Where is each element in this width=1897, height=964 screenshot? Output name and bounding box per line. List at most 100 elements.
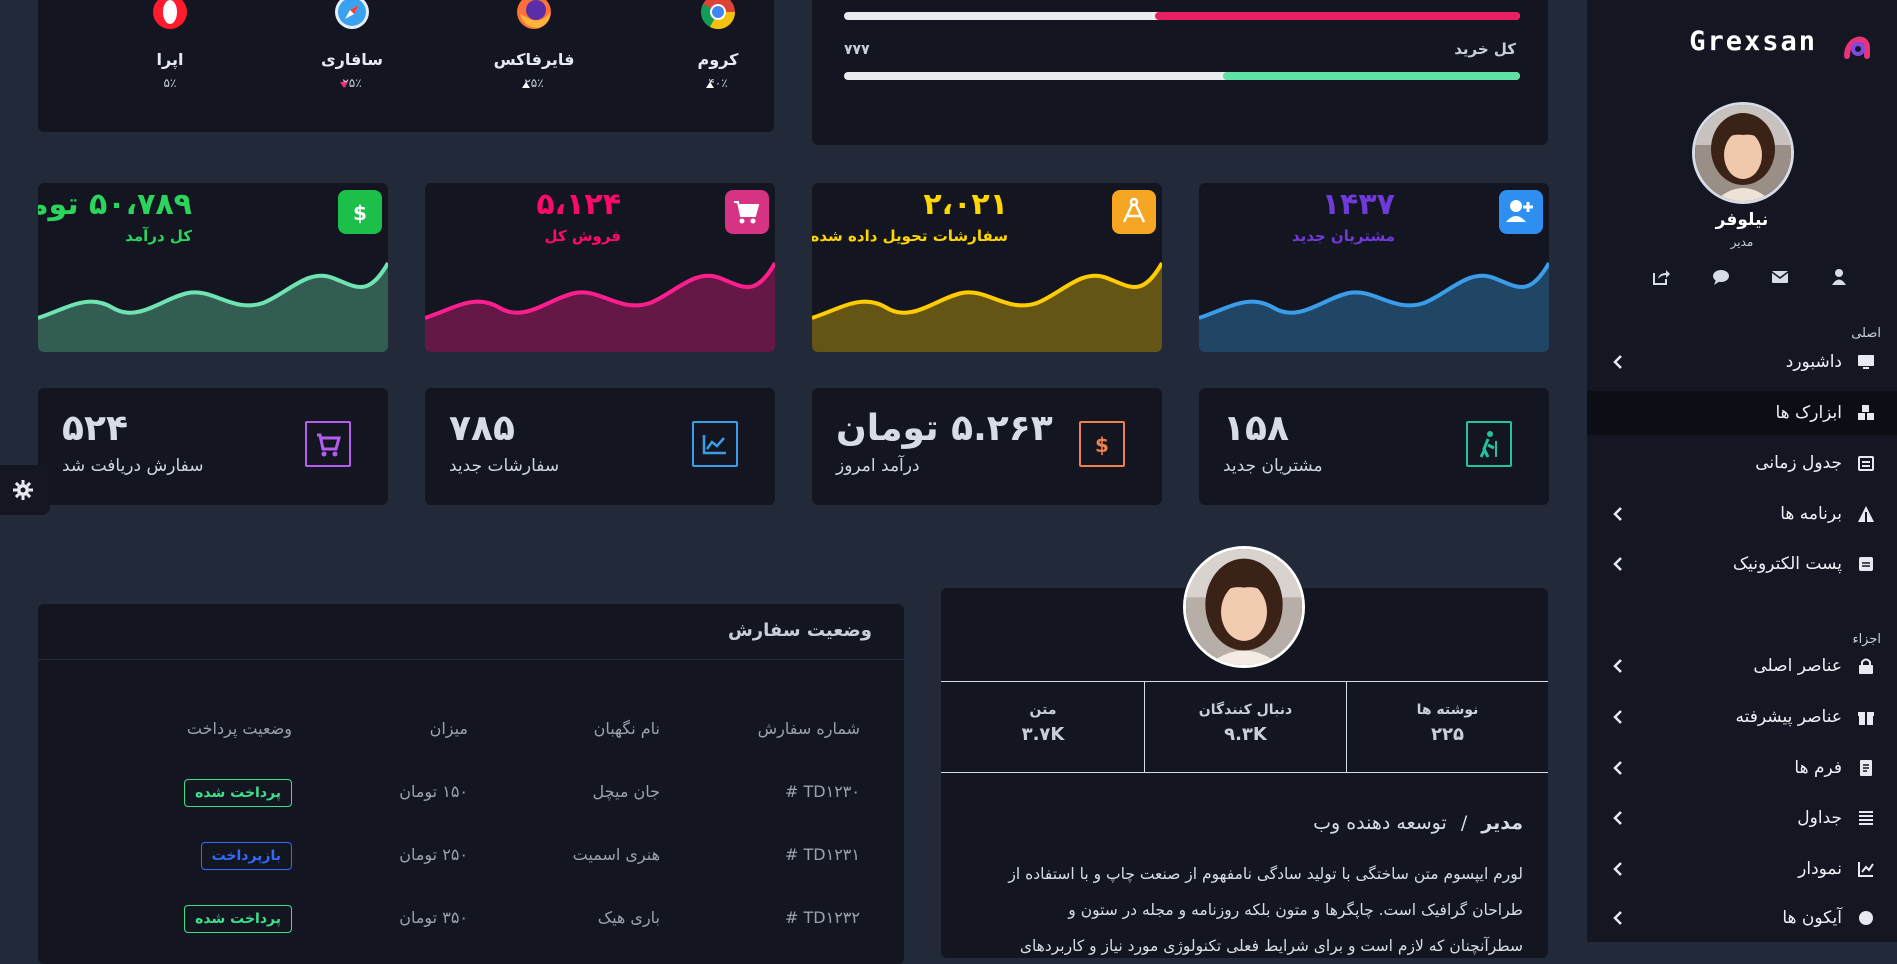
browser-stat-0: کروم ۴۰٪	[648, 0, 774, 120]
profile-avatar[interactable]	[1183, 546, 1305, 668]
chevron-left-icon	[1613, 811, 1622, 825]
sidebar-item-4[interactable]: پست الکترونیک	[1587, 542, 1897, 586]
sidebar-item-5[interactable]: عناصر اصلی	[1587, 644, 1897, 688]
table-header: میزان	[429, 719, 468, 738]
svg-text:$: $	[1095, 433, 1109, 457]
trend-up-icon	[522, 82, 530, 88]
guardian-name: هنری اسمیت	[572, 845, 660, 864]
chevron-left-icon	[1613, 911, 1622, 925]
form-icon	[1860, 760, 1872, 776]
profile-stat-0: نوشته ها ۲۲۵	[1346, 682, 1548, 772]
opera-icon	[153, 0, 187, 29]
mini-stat-value: ۵۲۴	[62, 408, 128, 449]
sidebar-item-8[interactable]: جداول	[1587, 796, 1897, 840]
icons-icon	[1859, 911, 1873, 925]
profile-stats: نوشته ها ۲۲۵ دنبال کنندگان ۹.۳K متن ۳.۷K	[941, 681, 1548, 773]
sidebar-item-label: عناصر پیشرفته	[1735, 707, 1842, 727]
order-status-title: وضعیت سفارش	[727, 620, 872, 641]
wave-stat-card-3: $۵۰،۷۸۹ تومانکل درآمد	[38, 183, 388, 352]
sidebar-item-2[interactable]: جدول زمانی	[1587, 441, 1897, 485]
apps-icon	[1858, 506, 1874, 522]
brand-name[interactable]: Grexsan	[1689, 26, 1817, 57]
chevron-left-icon	[1613, 659, 1622, 673]
browser-stats-card: کروم ۴۰٪ فایرفاکس ۲۵٪ سافاری ۲۵٪ اپرا ۵٪	[38, 0, 774, 132]
guardian-name: جان میچل	[592, 782, 660, 801]
profile-headline: مدیر / توسعه دهنده وب	[1313, 812, 1523, 834]
user-role: مدیر	[1730, 235, 1754, 249]
trend-down-icon	[340, 82, 348, 88]
table-header: شماره سفارش	[757, 719, 860, 738]
chat-icon[interactable]	[1711, 268, 1731, 286]
purchase-progress-bar	[844, 72, 1520, 80]
mini-stat-card-2: ۷۸۵ سفارشات جدید	[425, 388, 775, 505]
mini-stat-icon-box	[1466, 421, 1512, 467]
settings-toggle[interactable]	[0, 465, 50, 515]
mail-icon[interactable]	[1770, 268, 1790, 286]
purchase-progress-fill	[1222, 72, 1520, 80]
share-icon[interactable]	[1651, 268, 1671, 286]
sidebar-item-label: داشبورد	[1785, 352, 1842, 372]
mini-stat-value: ۵.۲۶۳ تومان	[836, 408, 1053, 449]
brand-logo-icon	[1844, 36, 1870, 59]
browser-name: فایرفاکس	[493, 50, 575, 69]
sidebar-item-0[interactable]: داشبورد	[1587, 340, 1897, 384]
purchase-label: کل خرید	[1454, 40, 1516, 58]
browser-stat-2: سافاری ۲۵٪	[282, 0, 422, 120]
hiker-icon	[1479, 431, 1497, 458]
sidebar-item-label: برنامه ها	[1780, 504, 1842, 524]
sidebar-item-1[interactable]: ابزارک ها	[1587, 391, 1897, 435]
mini-stat-card-0: ۱۵۸ مشتریان جدید	[1199, 388, 1549, 505]
browser-share: ۵٪	[163, 76, 177, 90]
profile-title: توسعه دهنده وب	[1313, 812, 1447, 834]
table-row[interactable]: # TD۱۲۳۰ جان میچل ۱۵۰ تومان پرداخت شده	[38, 770, 904, 820]
profile-separator: /	[1460, 812, 1468, 834]
chrome-icon	[701, 0, 735, 29]
sidebar-item-7[interactable]: فرم ها	[1587, 746, 1897, 790]
mini-stat-icon-box	[692, 421, 738, 467]
firefox-icon	[517, 0, 551, 29]
browser-stat-3: اپرا ۵٪	[100, 0, 240, 120]
mini-stat-value: ۱۵۸	[1223, 408, 1289, 449]
table-row[interactable]: # TD۱۲۳۱ هنری اسمیت ۲۵۰ تومان بازپرداخت	[38, 833, 904, 883]
sparkline-area	[38, 263, 388, 352]
mini-stat-label: درآمد امروز	[836, 456, 920, 476]
browser-stat-1: فایرفاکس ۲۵٪	[464, 0, 604, 120]
profile-stat-2: متن ۳.۷K	[942, 682, 1144, 772]
purchase-value: ۷۷۷	[844, 42, 870, 58]
gear-icon	[13, 480, 33, 500]
order-amount: ۱۵۰ تومان	[399, 782, 468, 801]
chevron-left-icon	[1613, 557, 1622, 571]
sidebar-item-3[interactable]: برنامه ها	[1587, 492, 1897, 536]
stat-sparkline	[38, 262, 388, 352]
table-row[interactable]: # TD۱۲۳۲ باری هیک ۳۵۰ تومان پرداخت شده	[38, 896, 904, 946]
chevron-left-icon	[1613, 862, 1622, 876]
section-label-main: اصلی	[1851, 326, 1881, 341]
cart-box-icon	[317, 433, 341, 457]
order-amount: ۳۵۰ تومان	[399, 908, 468, 927]
widgets-icon	[1858, 405, 1874, 420]
browser-name: سافاری	[320, 50, 384, 69]
sidebar-item-10[interactable]: آیکون ها	[1587, 896, 1897, 940]
divider	[38, 659, 904, 660]
profile-stat-label: نوشته ها	[1416, 702, 1479, 718]
profile-stat-1: دنبال کنندگان ۹.۳K	[1144, 682, 1346, 772]
sparkline-area	[425, 263, 775, 352]
sidebar-item-9[interactable]: نمودار	[1587, 847, 1897, 891]
table-header: نام نگهبان	[593, 719, 660, 738]
status-badge: پرداخت شده	[184, 905, 292, 933]
mini-stat-icon-box: $	[1079, 421, 1125, 467]
status-badge: بازپرداخت	[200, 842, 292, 870]
chart-icon	[1858, 862, 1874, 877]
order-amount: ۲۵۰ تومان	[399, 845, 468, 864]
sidebar-item-6[interactable]: عناصر پیشرفته	[1587, 695, 1897, 739]
sidebar-item-label: نمودار	[1798, 859, 1842, 879]
safari-icon	[335, 0, 369, 29]
order-id: # TD۱۲۳۱	[785, 845, 860, 864]
user-icon[interactable]	[1829, 268, 1849, 286]
wave-stat-card-2: ۵،۱۲۴ فروش کل	[425, 183, 775, 352]
user-name: نیلوفر	[1715, 210, 1769, 230]
browser-share-row: ۴۰٪	[648, 76, 774, 90]
stat-sparkline	[1199, 262, 1549, 352]
profile-bio-line: سطرآنچنان که لازم است و برای شرایط فعلی …	[1019, 937, 1523, 955]
avatar[interactable]	[1692, 102, 1794, 204]
